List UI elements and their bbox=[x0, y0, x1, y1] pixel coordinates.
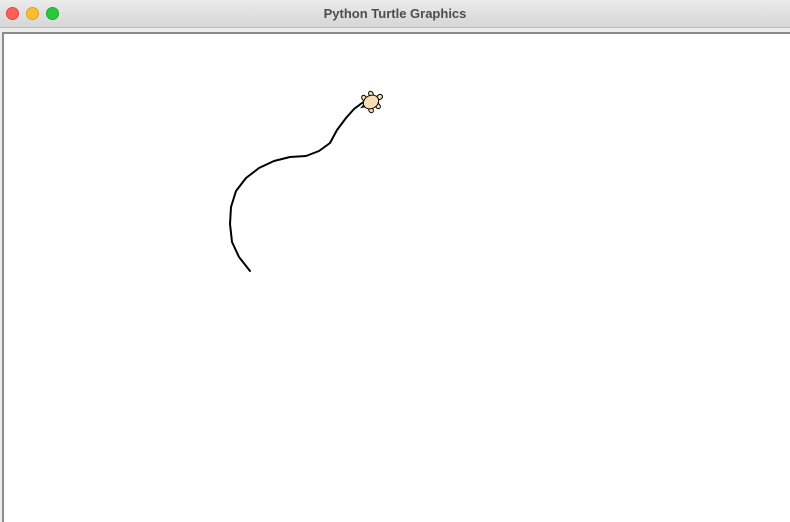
title-bar[interactable]: Python Turtle Graphics bbox=[0, 0, 790, 28]
turtle-icon bbox=[360, 90, 384, 114]
canvas-frame bbox=[2, 32, 790, 522]
pen-trail bbox=[229, 99, 369, 272]
window-title: Python Turtle Graphics bbox=[323, 6, 467, 21]
turtle-window: Python Turtle Graphics bbox=[0, 0, 790, 522]
turtle-canvas[interactable] bbox=[4, 34, 790, 522]
